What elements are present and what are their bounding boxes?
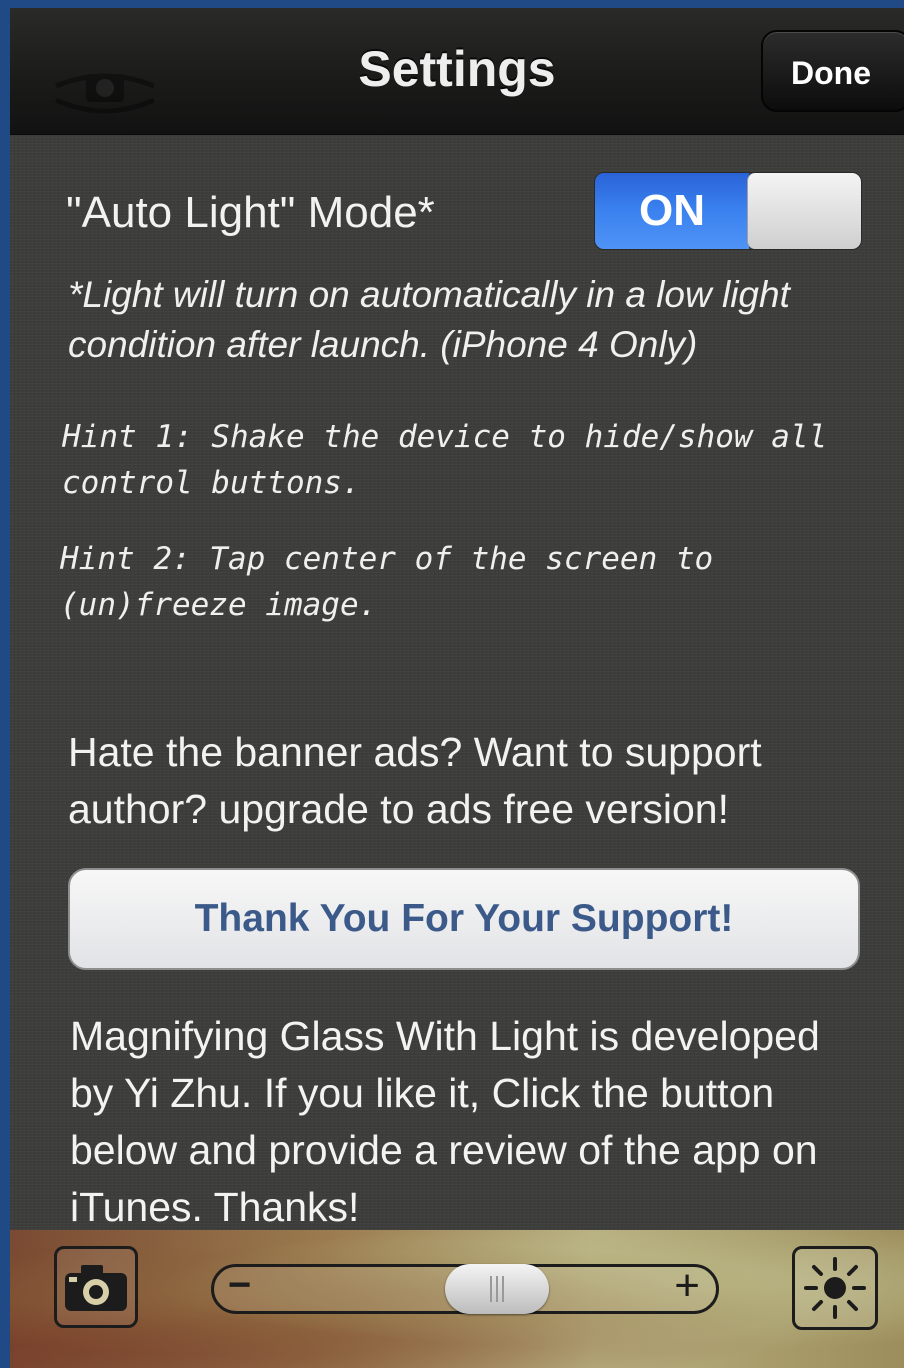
toggle-knob	[747, 173, 861, 249]
camera-button[interactable]	[54, 1246, 138, 1328]
navigation-bar: Settings Done	[10, 8, 904, 135]
zoom-slider[interactable]: − +	[211, 1261, 719, 1314]
light-button[interactable]	[792, 1246, 878, 1330]
done-button[interactable]: Done	[761, 30, 904, 112]
upgrade-text: Hate the banner ads? Want to support aut…	[68, 729, 762, 832]
support-button[interactable]: Thank You For Your Support!	[68, 868, 860, 970]
auto-light-note: *Light will turn on automatically in a l…	[68, 274, 790, 365]
auto-light-label: "Auto Light" Mode*	[66, 188, 435, 237]
hint-1: Hint 1: Shake the device to hide/show al…	[62, 419, 828, 501]
zoom-in-label: +	[674, 1261, 700, 1310]
camera-icon	[65, 1265, 127, 1311]
zoom-slider-thumb[interactable]	[445, 1264, 549, 1314]
zoom-out-label: −	[228, 1263, 252, 1307]
auto-light-toggle[interactable]: ON	[594, 172, 862, 250]
grip-icon	[490, 1276, 504, 1302]
settings-screen: Settings Done "Auto Light" Mode* ON *Lig…	[10, 8, 904, 1368]
sun-icon	[804, 1257, 866, 1319]
hint-2: Hint 2: Tap center of the screen to (un)…	[60, 541, 714, 623]
about-text: Magnifying Glass With Light is developed…	[70, 1013, 820, 1230]
toggle-on-label: ON	[595, 173, 749, 249]
bottom-toolbar: − +	[10, 1230, 904, 1368]
